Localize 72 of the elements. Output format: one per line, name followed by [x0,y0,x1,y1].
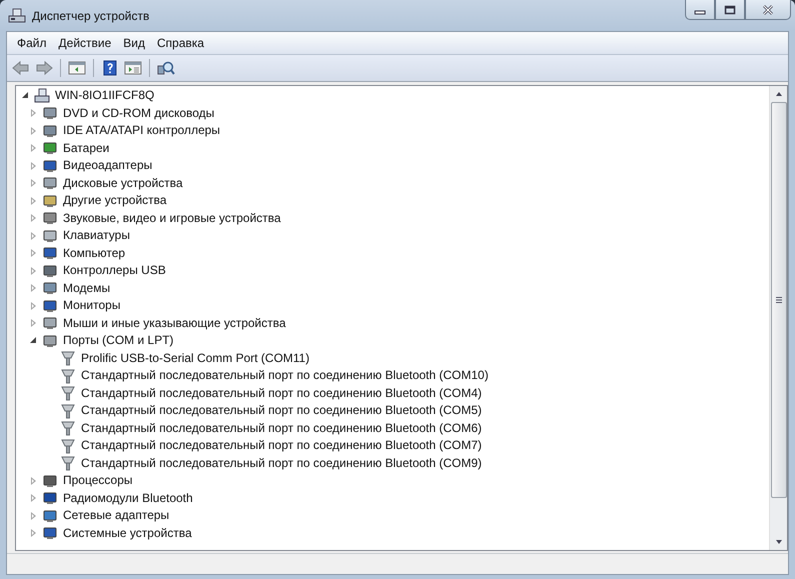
port-icon [60,438,76,454]
port-icon [60,455,76,472]
device-icon [42,472,58,489]
device-icon [42,228,58,244]
close-button[interactable] [745,0,791,20]
close-icon [762,4,774,14]
device-icon [42,490,58,506]
tree-item[interactable]: Модемы [62,280,112,296]
maximize-icon [724,4,736,14]
port-icon [60,420,76,436]
window-title: Диспетчер устройств [32,8,150,22]
tree-item[interactable]: Стандартный последовательный порт по соединению Bluetooth (COM9) [80,456,483,471]
tree-item[interactable]: Процессоры [62,473,134,488]
menu-item[interactable]: Справка [151,36,210,50]
computer-icon [34,88,50,104]
menu-item[interactable]: Файл [11,36,53,50]
console-tree-icon[interactable] [67,60,87,76]
tree-item[interactable]: Клавиатуры [62,228,131,244]
tree-item[interactable]: Дисковые устройства [62,176,184,191]
tree-item[interactable]: Контроллеры USB [62,263,167,278]
back-arrow-icon[interactable] [11,60,31,76]
device-icon [42,315,58,332]
tree-item[interactable]: Компьютер [62,246,126,261]
port-icon [60,350,76,366]
scrollbar[interactable] [769,86,787,550]
tree-item[interactable]: Другие устройства [62,193,168,208]
device-icon [42,175,58,192]
forward-arrow-icon[interactable] [34,60,54,76]
device-icon [42,210,58,226]
device-icon [42,122,58,139]
device-icon [42,140,58,156]
scroll-down-arrow-icon[interactable] [774,538,784,546]
tree-item[interactable]: Стандартный последовательный порт по соединению Bluetooth (COM5) [80,403,483,418]
tree-item[interactable]: Радиомодули Bluetooth [62,490,194,506]
tree-item[interactable]: Prolific USB-to-Serial Comm Port (COM11) [80,350,310,366]
device-icon [42,245,58,262]
tree-item[interactable]: Стандартный последовательный порт по соединению Bluetooth (COM6) [80,420,483,436]
port-icon [60,368,76,384]
device-icon [42,525,58,542]
tree-item[interactable]: DVD и CD-ROM дисководы [62,106,216,121]
minimize-button[interactable] [685,0,715,20]
device-icon [42,262,58,279]
menu-item[interactable]: Вид [117,36,151,50]
scroll-thumb[interactable] [770,102,786,498]
tree-item[interactable]: Видеоадаптеры [62,158,154,174]
device-icon [42,158,58,174]
tree-item[interactable]: Стандартный последовательный порт по соединению Bluetooth (COM10) [80,368,490,384]
tree-item[interactable]: Мониторы [62,298,122,314]
tree-item[interactable]: Порты (COM и LPT) [62,333,175,348]
tree-item[interactable]: Стандартный последовательный порт по соединению Bluetooth (COM4) [80,386,483,401]
device-icon [42,508,58,524]
device-icon [42,280,58,296]
scan-hardware-icon[interactable] [156,60,176,76]
tree-item[interactable]: IDE ATA/ATAPI контроллеры [62,123,222,138]
scroll-up-arrow-icon[interactable] [774,90,784,98]
device-icon [42,192,58,209]
tree-item[interactable]: Сетевые адаптеры [62,508,170,524]
tree-item[interactable]: Стандартный последовательный порт по соединению Bluetooth (COM7) [80,438,483,454]
properties-icon[interactable] [123,60,143,76]
tree-item[interactable]: WIN-8IO1IIFCF8Q [54,88,156,104]
tree-item[interactable]: Мыши и иные указывающие устройства [62,316,287,331]
device-icon [42,298,58,314]
port-icon [60,402,76,419]
port-icon [60,385,76,402]
tree-item[interactable]: Звуковые, видео и игровые устройства [62,210,282,226]
device-icon [42,332,58,349]
tree-item[interactable]: Батареи [62,140,110,156]
tree-item[interactable]: Системные устройства [62,526,193,541]
menu-item[interactable]: Действие [52,36,118,50]
device-icon [42,105,58,122]
computer-icon [8,8,26,24]
maximize-button[interactable] [715,0,745,20]
